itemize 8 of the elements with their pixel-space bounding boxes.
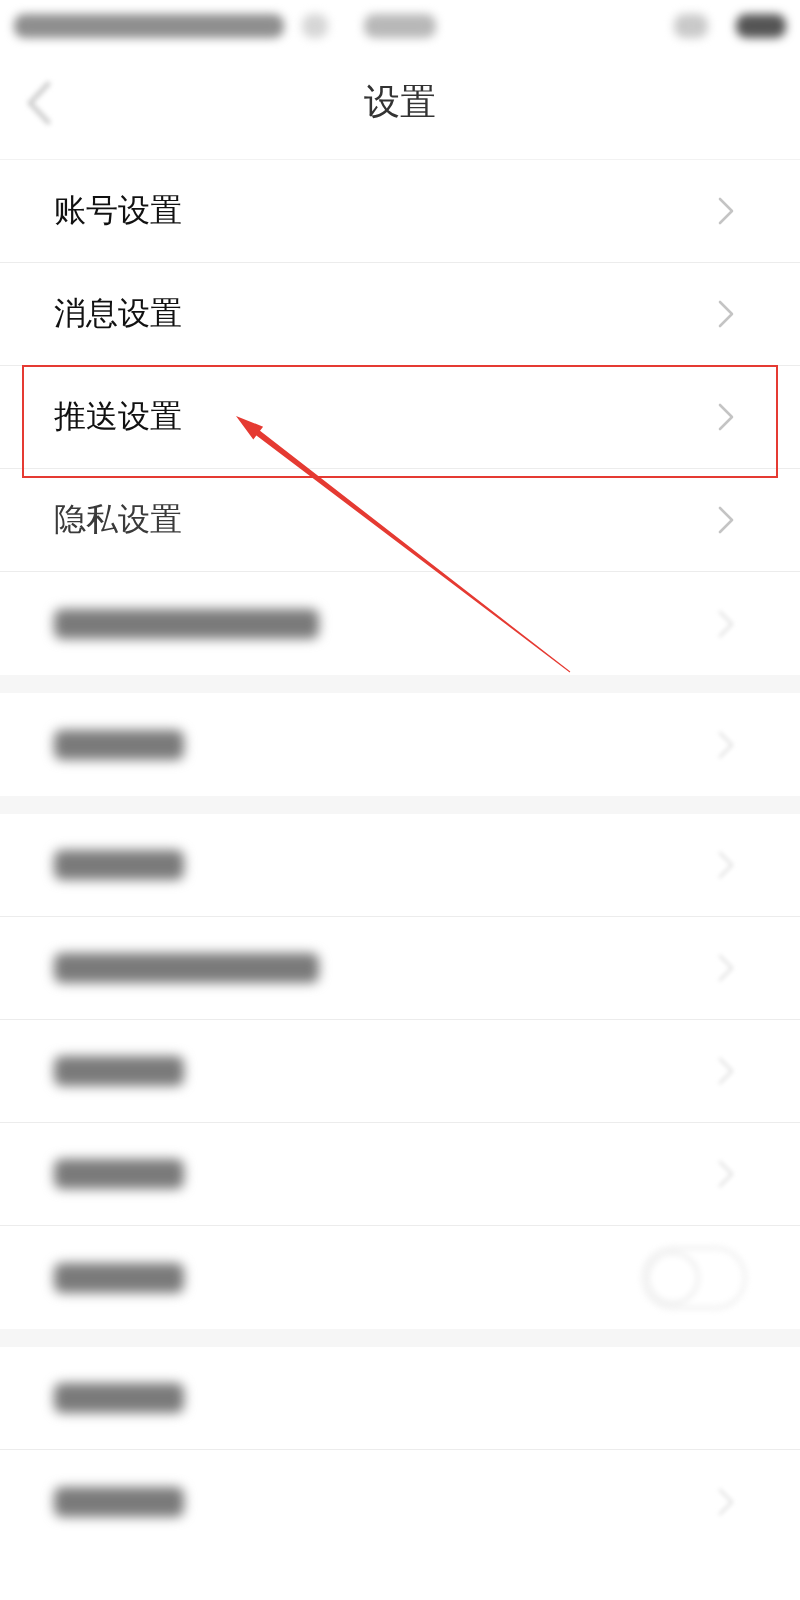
chevron-right-icon xyxy=(718,506,734,534)
page-title: 设置 xyxy=(364,80,436,124)
settings-item[interactable]: 消息设置 xyxy=(0,263,800,366)
chevron-right-icon xyxy=(718,403,734,431)
chevron-right-icon xyxy=(718,197,734,225)
settings-item[interactable]: 账号设置 xyxy=(0,160,800,263)
chevron-right-icon xyxy=(718,300,734,328)
settings-item[interactable]: 隐私设置 xyxy=(0,469,800,572)
